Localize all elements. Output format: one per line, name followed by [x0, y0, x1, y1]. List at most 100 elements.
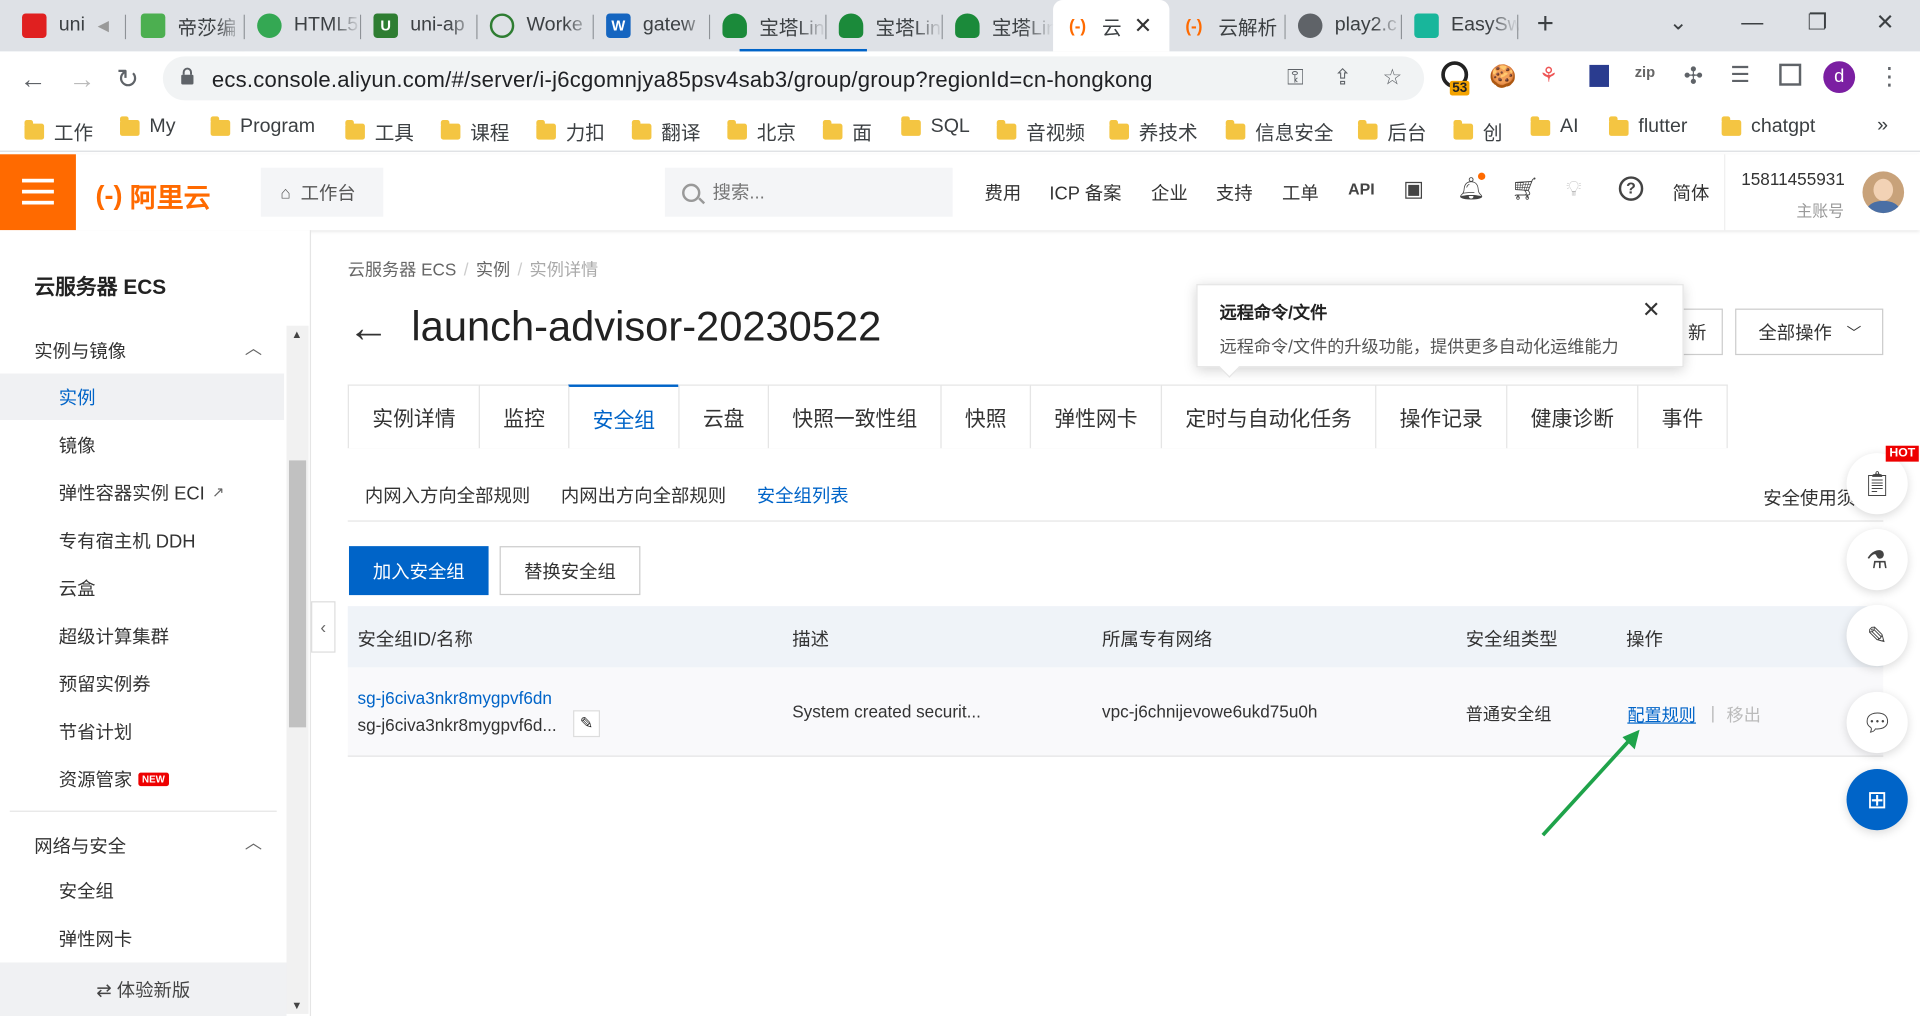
worktable-button[interactable]: ⌂ 工作台 [260, 167, 384, 217]
tab-scheduled-tasks[interactable]: 定时与自动化任务 [1160, 384, 1377, 449]
sidebar-item-ddh[interactable]: 专有宿主机 DDH [0, 517, 284, 564]
flask-icon[interactable]: ⚗ [1846, 528, 1908, 591]
breadcrumb-instance[interactable]: 实例 [476, 260, 510, 280]
extensions-puzzle-icon[interactable]: ✣ [1684, 62, 1703, 90]
browser-tab[interactable]: 宝塔Lin [943, 0, 1054, 52]
close-tab-icon[interactable]: ✕ [1134, 13, 1152, 39]
back-arrow-icon[interactable]: ← [348, 307, 390, 349]
menu-dots-icon[interactable]: ⋮ [1877, 61, 1901, 92]
bookmark-folder[interactable]: 后台 [1357, 116, 1427, 145]
profile-avatar[interactable]: d [1823, 61, 1856, 94]
reading-list-icon[interactable]: ☰ [1730, 62, 1750, 88]
bookmark-star-icon[interactable]: ☆ [1382, 65, 1402, 91]
terminal-icon[interactable]: ▣ [1403, 176, 1424, 202]
tab-security-group[interactable]: 安全组 [568, 384, 680, 449]
key-icon[interactable]: ⚿ [1287, 65, 1304, 91]
sidebar-group-instances[interactable]: 实例与镜像 [34, 338, 126, 364]
url-text[interactable]: ecs.console.aliyun.com/#/server/i-j6cgom… [212, 67, 1153, 93]
tab-health[interactable]: 健康诊断 [1506, 384, 1639, 449]
all-actions-dropdown[interactable]: 全部操作 ﹀ [1735, 308, 1884, 356]
nav-support[interactable]: 支持 [1216, 180, 1253, 206]
side-panel-icon[interactable] [1779, 63, 1802, 86]
edit-icon[interactable]: ✎ [1846, 604, 1908, 667]
remove-link[interactable]: 移出 [1727, 703, 1761, 727]
close-icon[interactable]: ✕ [1642, 298, 1660, 324]
chevron-up-icon[interactable]: ︿ [245, 336, 262, 360]
new-tab-button[interactable]: + [1537, 7, 1554, 41]
browser-tab[interactable]: 宝塔Lin [827, 0, 943, 52]
address-bar[interactable]: ecs.console.aliyun.com/#/server/i-j6cgom… [162, 56, 1425, 101]
tab-monitor[interactable]: 监控 [478, 384, 570, 449]
restore-button[interactable]: ❐ [1807, 10, 1827, 36]
edit-pencil-icon[interactable]: ✎ [573, 710, 601, 738]
bookmark-folder[interactable]: 音视频 [996, 116, 1085, 145]
account-menu[interactable]: 15811455931 主账号 [1724, 154, 1920, 231]
subtab-egress[interactable]: 内网出方向全部规则 [561, 482, 726, 508]
bookmark-folder[interactable]: Program [210, 115, 315, 138]
tab-eni[interactable]: 弹性网卡 [1029, 384, 1163, 449]
bookmark-folder[interactable]: My [120, 115, 176, 138]
tab-instance-details[interactable]: 实例详情 [347, 384, 481, 449]
browser-tab-active[interactable]: (-) 云 ✕ [1053, 0, 1170, 52]
tab-snapshot-group[interactable]: 快照一致性组 [767, 384, 942, 449]
share-icon[interactable]: ⇪ [1333, 65, 1351, 91]
forward-button[interactable]: → [69, 64, 96, 96]
extension-tree-icon[interactable]: ⚘ [1539, 64, 1558, 88]
bookmark-folder[interactable]: 面 [822, 116, 872, 145]
apps-grid-icon[interactable]: ⊞ [1846, 768, 1908, 831]
cookie-icon[interactable]: 🍪 [1489, 64, 1516, 90]
browser-tab[interactable]: Worke [478, 0, 594, 52]
browser-tab[interactable]: EasySw [1402, 0, 1519, 52]
back-button[interactable]: ← [20, 64, 47, 96]
cart-icon[interactable]: 🛒︎ [1511, 176, 1539, 202]
help-icon[interactable]: ? [1618, 176, 1644, 201]
bookmarks-overflow-button[interactable]: » [1877, 115, 1888, 137]
sidebar-collapse-button[interactable]: ‹ [311, 601, 336, 653]
browser-tab[interactable]: W gatew [594, 0, 711, 52]
nav-enterprise[interactable]: 企业 [1151, 180, 1188, 206]
bookmark-folder[interactable]: chatgpt [1721, 115, 1815, 138]
aliyun-logo[interactable]: (-) 阿里云 [96, 176, 211, 215]
bookmark-folder[interactable]: flutter [1608, 115, 1687, 138]
bookmark-folder[interactable]: 力扣 [536, 116, 605, 145]
bookmark-folder[interactable]: 工作 [24, 116, 93, 145]
sidebar-item-eci[interactable]: 弹性容器实例 ECI ↗ [0, 469, 284, 516]
gitzip-icon[interactable]: zip [1635, 64, 1655, 81]
tab-search-icon[interactable]: ⌄ [1669, 10, 1687, 36]
sidebar-scrollbar[interactable]: ▲ ▼ [286, 325, 309, 1014]
browser-tab[interactable]: (-) 云解析 [1169, 0, 1286, 51]
scroll-up-icon[interactable]: ▲ [291, 328, 302, 340]
search-input[interactable] [712, 181, 934, 203]
minimize-button[interactable]: — [1741, 10, 1763, 36]
subtab-ingress[interactable]: 内网入方向全部规则 [365, 482, 530, 508]
scroll-down-icon[interactable]: ▼ [291, 999, 302, 1011]
tab-disk[interactable]: 云盘 [678, 384, 769, 449]
bell-icon[interactable]: 🔔︎ [1457, 176, 1485, 202]
configure-rules-link[interactable]: 配置规则 [1627, 703, 1696, 727]
sidebar-item-cloudbox[interactable]: 云盒 [0, 564, 284, 611]
bookmark-folder[interactable]: AI [1530, 115, 1579, 138]
sidebar-item-reserved[interactable]: 预留实例券 [0, 660, 284, 707]
sidebar-item-instance[interactable]: 实例 [0, 373, 285, 421]
browser-tab[interactable]: play2.c [1286, 0, 1403, 52]
security-notice-link[interactable]: 安全使用须 [1763, 485, 1855, 511]
breadcrumb-ecs[interactable]: 云服务器 ECS [348, 260, 457, 280]
bookmark-folder[interactable]: 养技术 [1109, 116, 1198, 145]
chevron-up-icon[interactable]: ︿ [245, 830, 262, 854]
subtab-group-list[interactable]: 安全组列表 [757, 482, 849, 508]
bookmark-folder[interactable]: SQL [901, 115, 970, 138]
browser-tab[interactable]: U uni-ap [361, 0, 478, 52]
bookmark-folder[interactable]: 课程 [440, 116, 509, 145]
nav-fees[interactable]: 费用 [984, 180, 1021, 206]
nav-ticket[interactable]: 工单 [1282, 180, 1319, 206]
lightbulb-icon[interactable]: 💡︎ [1566, 176, 1581, 202]
avatar[interactable] [1862, 171, 1905, 214]
tab-snapshot[interactable]: 快照 [940, 384, 1032, 449]
browser-tab[interactable]: 帝莎编 [129, 0, 245, 52]
try-new-version-button[interactable]: ⇄ 体验新版 [0, 962, 287, 1016]
clipboard-icon[interactable]: 📋︎ [1846, 453, 1908, 515]
chat-icon[interactable]: 💬︎ [1846, 691, 1908, 754]
nav-icp[interactable]: ICP 备案 [1049, 180, 1121, 206]
tab-events[interactable]: 事件 [1637, 384, 1728, 449]
tab-operation-log[interactable]: 操作记录 [1375, 384, 1508, 449]
